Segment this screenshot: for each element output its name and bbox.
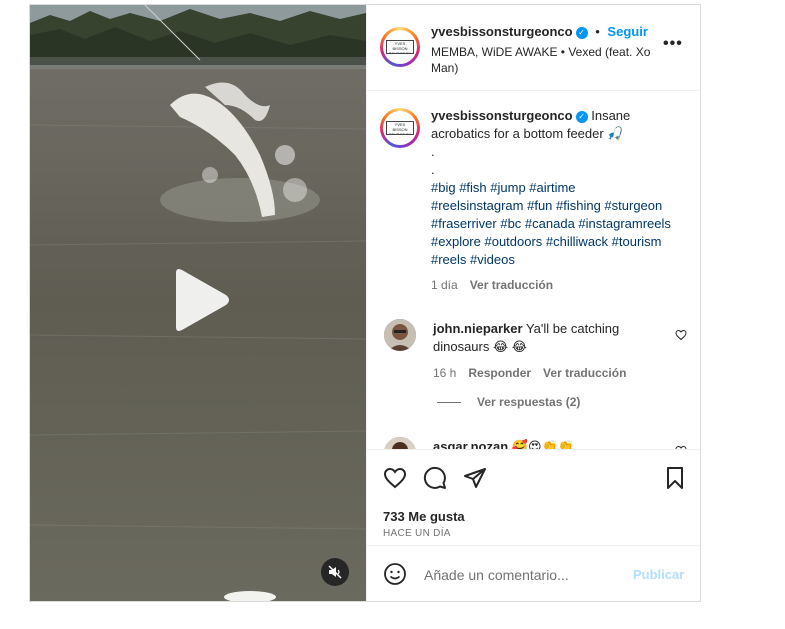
comment-text: 🥰😍👏👏 [511,439,574,449]
share-paper-plane-icon[interactable] [463,466,487,490]
see-translation-link[interactable]: Ver traducción [543,366,626,380]
post-sidebar: YVES BISSON STURGEON CO yvesbissonsturge… [366,5,700,601]
caption-hashtags[interactable]: #big #fish #jump #airtime #reelsinstagra… [431,179,671,269]
post-date[interactable]: HACE UN DÍA [383,528,451,539]
person-avatar-icon [384,319,416,351]
header-title-row: yvesbissonsturgeonco ✓ • Seguir [431,24,648,39]
brand-logo: YVES BISSON STURGEON CO [386,121,414,135]
follow-button[interactable]: Seguir [607,24,647,39]
comment-username[interactable]: asgar.nozan [433,439,508,449]
publish-button[interactable]: Publicar [633,567,684,582]
reply-button[interactable]: Responder [468,366,531,380]
video-player[interactable] [30,5,366,601]
post-actions: 733 Me gusta HACE UN DÍA [367,449,700,546]
post-caption: yvesbissonsturgeonco ✓ Insane acrobatics … [431,107,671,294]
caption-dot: . [431,162,435,177]
post-header: YVES BISSON STURGEON CO yvesbissonsturge… [367,5,700,91]
brand-logo: YVES BISSON STURGEON CO [386,40,414,54]
comments-section[interactable]: YVES BISSON STURGEON CO yvesbissonsturge… [367,91,700,449]
verified-badge-icon: ✓ [575,110,588,123]
post-dialog: YVES BISSON STURGEON CO yvesbissonsturge… [29,4,701,602]
caption-author-avatar[interactable]: YVES BISSON STURGEON CO [380,108,420,148]
commenter-avatar[interactable] [384,319,416,351]
like-heart-icon[interactable] [383,466,407,490]
like-count[interactable]: 733 Me gusta [383,509,465,524]
comment-bubble-icon[interactable] [423,466,447,490]
comment-username[interactable]: john.nieparker [433,321,523,336]
author-username[interactable]: yvesbissonsturgeonco [431,24,573,39]
save-bookmark-icon[interactable] [663,466,687,490]
more-options-icon[interactable]: ••• [663,35,683,53]
caption-meta: 1 día Ver traducción [431,276,671,294]
add-comment-bar: Publicar [367,545,700,602]
caption-username[interactable]: yvesbissonsturgeonco [431,108,573,123]
separator-dot: • [595,24,600,39]
commenter-avatar[interactable] [384,437,416,449]
comment-input[interactable] [422,562,616,588]
speaker-muted-icon [328,565,342,579]
comment-meta: 16 h Responder Ver traducción [433,364,663,382]
verified-badge-icon: ✓ [575,26,588,39]
like-comment-heart-icon[interactable] [675,329,687,341]
caption-dot: . [431,144,435,159]
play-icon[interactable] [168,267,232,333]
author-avatar[interactable]: YVES BISSON STURGEON CO [380,27,420,67]
caption-time[interactable]: 1 día [431,278,458,292]
audio-track-link[interactable]: MEMBA, WiDE AWAKE • Vexed (feat. Xo Man) [431,44,651,76]
emoji-picker-icon[interactable] [383,562,407,586]
replies-divider [437,402,461,404]
view-replies-button[interactable]: Ver respuestas (2) [437,395,580,409]
person-avatar-icon [384,437,416,449]
mute-button[interactable] [321,558,349,586]
see-translation-link[interactable]: Ver traducción [470,278,553,292]
comment-item: john.nieparker Ya'll be catching dinosau… [433,320,663,382]
comment-time[interactable]: 16 h [433,366,456,380]
comment-item: asgar.nozan 🥰😍👏👏 [433,438,663,449]
